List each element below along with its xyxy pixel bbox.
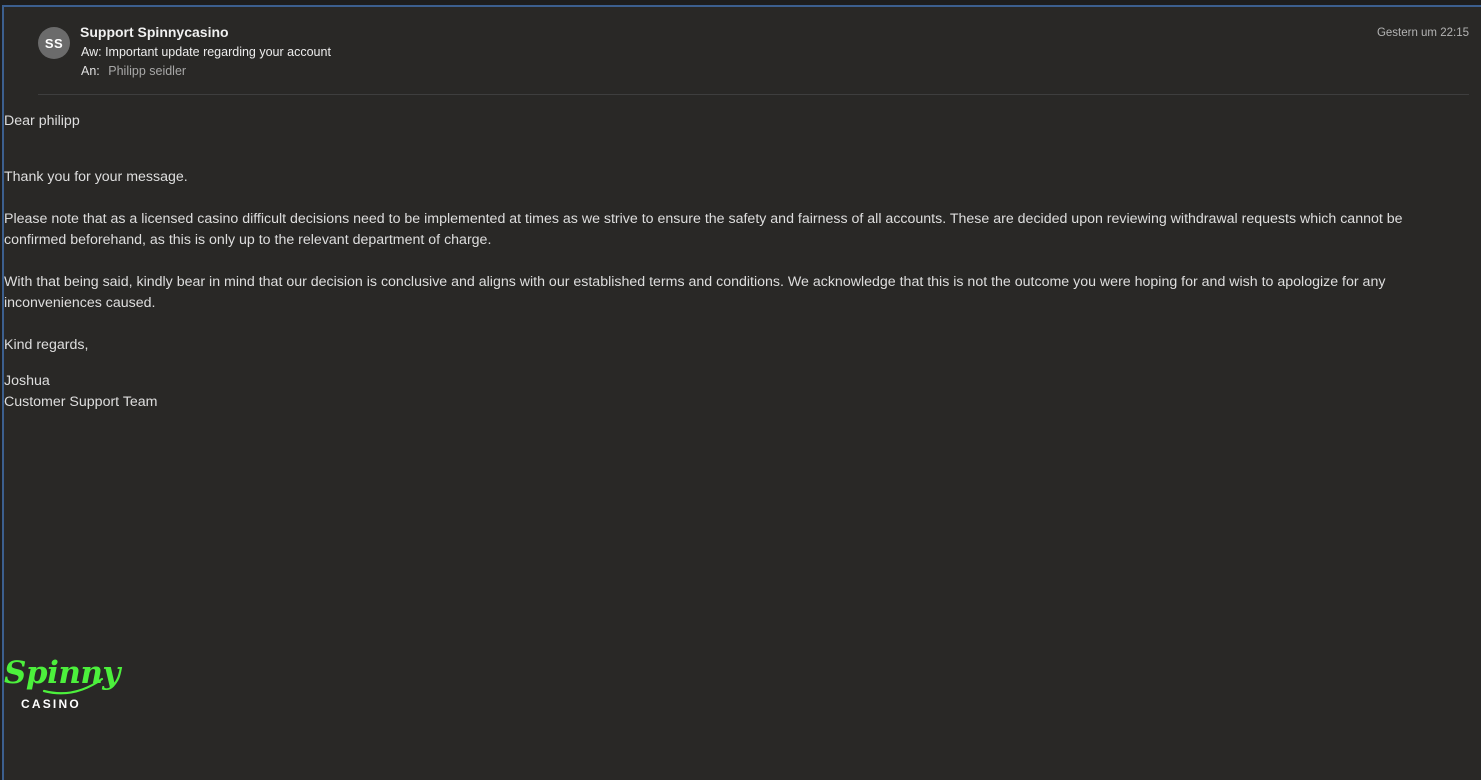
- email-closing: Kind regards,: [4, 337, 89, 353]
- email-paragraph: Please note that as a licensed casino di…: [4, 211, 1403, 248]
- recipient-label: An:: [81, 64, 100, 78]
- recipient-name[interactable]: Philipp seidler: [108, 64, 186, 78]
- sender-avatar[interactable]: SS: [38, 27, 70, 59]
- email-body: Dear philipp Thank you for your message.…: [4, 111, 1454, 413]
- email-window: SS Support Spinnycasino Aw: Important up…: [2, 5, 1481, 780]
- email-timestamp: Gestern um 22:15: [1376, 27, 1469, 39]
- signature-team: Customer Support Team: [4, 394, 158, 410]
- logo-subtitle: CASINO: [21, 697, 81, 711]
- email-subject: Aw: Important update regarding your acco…: [81, 45, 331, 59]
- recipient-row: An: Philipp seidler: [81, 64, 186, 78]
- email-paragraph: Thank you for your message.: [4, 169, 188, 185]
- email-greeting: Dear philipp: [4, 113, 80, 129]
- sender-name[interactable]: Support Spinnycasino: [80, 24, 229, 40]
- sender-initials: SS: [44, 35, 64, 51]
- spinny-casino-logo: Spinny CASINO: [4, 655, 120, 715]
- signature-name: Joshua: [4, 373, 50, 389]
- logo-swoosh-icon: [42, 677, 104, 695]
- header-divider: [38, 94, 1469, 95]
- email-paragraph: With that being said, kindly bear in min…: [4, 274, 1386, 311]
